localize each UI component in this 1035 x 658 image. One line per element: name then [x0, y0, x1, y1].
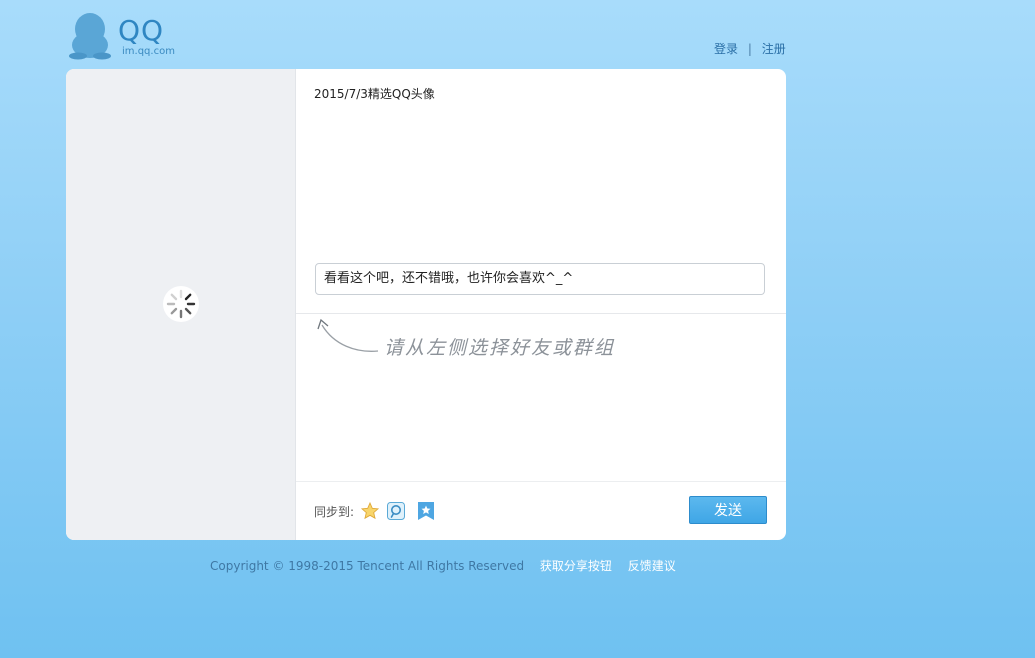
- logo-text: QQ: [118, 14, 165, 47]
- copyright-text: Copyright © 1998-2015 Tencent All Rights…: [210, 559, 525, 573]
- loading-spinner-icon: [166, 289, 196, 319]
- loading-spinner: [163, 286, 199, 322]
- penguin-icon: [69, 13, 111, 60]
- favorites-icon[interactable]: [416, 501, 436, 521]
- link-separator: |: [747, 42, 752, 56]
- select-friend-hint: 请从左侧选择好友或群组: [316, 317, 676, 367]
- share-title: 2015/7/3精选QQ头像: [314, 87, 435, 101]
- register-link[interactable]: 注册: [762, 42, 786, 56]
- message-input[interactable]: 看看这个吧，还不错哦，也许你会喜欢^_^: [315, 263, 765, 295]
- share-content-pane: 2015/7/3精选QQ头像 看看这个吧，还不错哦，也许你会喜欢^_^ 请从左侧…: [296, 69, 786, 540]
- qzone-star-icon[interactable]: [360, 501, 380, 521]
- share-panel: 2015/7/3精选QQ头像 看看这个吧，还不错哦，也许你会喜欢^_^ 请从左侧…: [66, 69, 786, 540]
- sync-label: 同步到:: [314, 505, 355, 519]
- footer: Copyright © 1998-2015 Tencent All Rights…: [210, 557, 676, 574]
- account-links: 登录 | 注册: [714, 40, 786, 57]
- login-link[interactable]: 登录: [714, 42, 738, 56]
- divider: [296, 481, 786, 482]
- hint-text: 请从左侧选择好友或群组: [384, 337, 616, 359]
- send-button[interactable]: 发送: [689, 496, 767, 524]
- get-share-button-link[interactable]: 获取分享按钮: [540, 559, 612, 573]
- friend-list-pane: [66, 69, 296, 540]
- logo-subtext: im.qq.com: [122, 46, 175, 57]
- curved-arrow-icon: [317, 318, 379, 352]
- qq-logo: QQ im.qq.com: [68, 10, 198, 60]
- tencent-weibo-icon[interactable]: [386, 501, 406, 521]
- feedback-link[interactable]: 反馈建议: [628, 559, 676, 573]
- divider: [296, 313, 786, 314]
